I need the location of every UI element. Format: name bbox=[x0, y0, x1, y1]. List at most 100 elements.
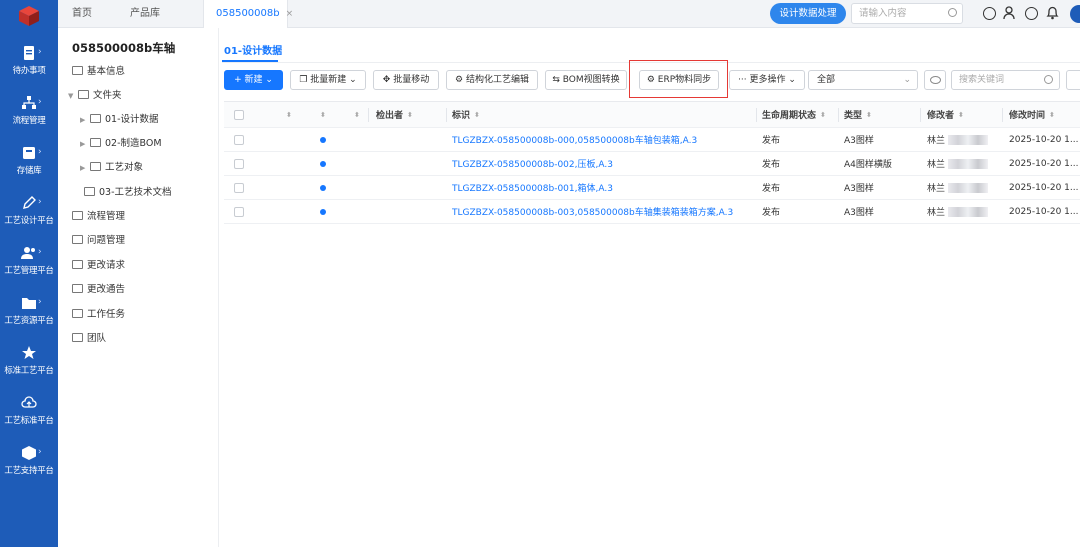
convert-icon: ⇆ bbox=[552, 75, 563, 85]
left-nav-rail: › 待办事项 › 流程管理 › 存储库 › 工艺设计平台 › 工艺管理平台 › … bbox=[0, 0, 58, 547]
sort-icon[interactable]: ⬍ bbox=[350, 102, 360, 127]
avatar[interactable] bbox=[1070, 5, 1080, 23]
tab-product-lib[interactable]: 产品库 bbox=[130, 0, 190, 28]
flow-icon bbox=[72, 211, 83, 220]
caret-right-icon[interactable]: ▶ bbox=[80, 136, 90, 152]
rail-item-resource[interactable]: › 工艺资源平台 bbox=[0, 296, 58, 326]
tree-item-tech-docs[interactable]: 03-工艺技术文档 bbox=[84, 185, 172, 201]
sort-icon: ⬍ bbox=[958, 110, 964, 119]
top-search-input[interactable]: 请输入内容 bbox=[851, 3, 963, 24]
row-lifecycle: 发布 bbox=[762, 184, 781, 194]
history-icon[interactable] bbox=[1025, 7, 1038, 20]
row-checkbox[interactable] bbox=[234, 200, 244, 223]
row-id-link[interactable]: TLGZBZX-058500008b-000,058500008b车轴包装箱,A… bbox=[452, 128, 697, 151]
modifier-name: 林兰 bbox=[927, 208, 946, 218]
cube-icon bbox=[22, 446, 36, 460]
row-checkbox[interactable] bbox=[234, 176, 244, 199]
tree-label: 问题管理 bbox=[87, 235, 126, 246]
rail-item-storage[interactable]: › 存储库 bbox=[0, 146, 58, 176]
table-row[interactable]: TLGZBZX-058500008b-002,压板,A.3 发布 A4图样横版 … bbox=[224, 152, 1080, 176]
design-data-button[interactable]: 设计数据处理 bbox=[770, 3, 846, 24]
col-header-modifier[interactable]: 修改者 ⬍ bbox=[927, 102, 964, 127]
batch-move-button[interactable]: ✥ 批量移动 bbox=[373, 70, 439, 90]
table-row[interactable]: TLGZBZX-058500008b-000,058500008b车轴包装箱,A… bbox=[224, 128, 1080, 152]
new-button[interactable]: + 新建 ⌄ bbox=[224, 70, 283, 90]
caret-right-icon[interactable]: ▶ bbox=[80, 160, 90, 176]
tab-home[interactable]: 首页 bbox=[72, 0, 112, 28]
modifier-name: 林兰 bbox=[927, 184, 946, 194]
view-toggle-button[interactable] bbox=[924, 70, 946, 90]
tree-item-change-request[interactable]: 更改请求 bbox=[72, 258, 125, 274]
row-id-link[interactable]: TLGZBZX-058500008b-001,箱体,A.3 bbox=[452, 176, 613, 199]
tree-item-design-data[interactable]: ▶ 01-设计数据 bbox=[80, 112, 159, 128]
table-row[interactable]: TLGZBZX-058500008b-001,箱体,A.3 发布 A3图样 林兰… bbox=[224, 176, 1080, 200]
sort-icon[interactable]: ⬍ bbox=[282, 102, 292, 127]
bell-icon[interactable] bbox=[1046, 6, 1059, 20]
row-id-link[interactable]: TLGZBZX-058500008b-002,压板,A.3 bbox=[452, 152, 613, 175]
filter-select[interactable]: 全部 ⌄ bbox=[808, 70, 918, 90]
megaphone-icon bbox=[72, 284, 83, 293]
filter-button[interactable] bbox=[1066, 70, 1080, 90]
rail-item-design[interactable]: › 工艺设计平台 bbox=[0, 196, 58, 226]
col-header-lifecycle[interactable]: 生命周期状态 ⬍ bbox=[762, 102, 826, 127]
tree-item-folder[interactable]: ▼ 文件夹 bbox=[68, 88, 122, 104]
row-id-link[interactable]: TLGZBZX-058500008b-003,058500008b车轴集装箱装箱… bbox=[452, 200, 733, 223]
tab-design-data[interactable]: 01-设计数据 bbox=[224, 42, 282, 57]
col-header-type[interactable]: 类型 ⬍ bbox=[844, 102, 872, 127]
row-type: A3图样 bbox=[844, 184, 874, 194]
table-row[interactable]: TLGZBZX-058500008b-003,058500008b车轴集装箱装箱… bbox=[224, 200, 1080, 224]
folder-icon bbox=[22, 298, 36, 309]
col-header-modified-time[interactable]: 修改时间 ⬍ bbox=[1009, 102, 1055, 127]
status-dot-icon bbox=[320, 128, 326, 151]
search-icon[interactable] bbox=[1044, 75, 1053, 84]
rail-item-flow[interactable]: › 流程管理 bbox=[0, 96, 58, 126]
tree-label: 文件夹 bbox=[93, 90, 122, 101]
close-icon[interactable]: × bbox=[286, 9, 294, 19]
rail-item-support[interactable]: › 工艺支持平台 bbox=[0, 446, 58, 476]
tab-058500008b[interactable]: 058500008b × bbox=[203, 0, 293, 28]
rail-label: 工艺资源平台 bbox=[4, 316, 54, 326]
sort-icon[interactable]: ⬍ bbox=[316, 102, 326, 127]
status-dot-icon bbox=[320, 176, 326, 199]
bom-convert-button[interactable]: ⇆ BOM视图转换 bbox=[545, 70, 627, 90]
row-checkbox[interactable] bbox=[234, 128, 244, 151]
tree-item-mbom[interactable]: ▶ 02-制造BOM bbox=[80, 136, 162, 152]
tree-item-issue-manage[interactable]: 问题管理 bbox=[72, 233, 125, 249]
tree-item-process-object[interactable]: ▶ 工艺对象 bbox=[80, 160, 143, 176]
col-header-id[interactable]: 标识 ⬍ bbox=[452, 102, 480, 127]
col-header-checkout[interactable]: 检出者 ⬍ bbox=[376, 102, 413, 127]
row-modifier: 林兰 bbox=[927, 128, 989, 151]
rail-item-manage[interactable]: › 工艺管理平台 bbox=[0, 246, 58, 276]
struct-edit-button[interactable]: ⚙ 结构化工艺编辑 bbox=[446, 70, 538, 90]
header-label: 检出者 bbox=[376, 111, 404, 121]
rail-item-standard[interactable]: 标准工艺平台 bbox=[0, 346, 58, 376]
select-all-checkbox[interactable] bbox=[234, 102, 244, 127]
button-label: ··· 更多操作 bbox=[738, 75, 786, 85]
task-icon bbox=[72, 309, 83, 318]
rail-item-std-platform[interactable]: 工艺标准平台 bbox=[0, 396, 58, 426]
rail-item-todo[interactable]: › 待办事项 bbox=[0, 46, 58, 76]
chevron-down-icon: ⌄ bbox=[788, 75, 796, 85]
rail-label: 存储库 bbox=[16, 166, 42, 176]
more-actions-button[interactable]: ··· 更多操作 ⌄ bbox=[729, 70, 805, 90]
tree-item-change-notice[interactable]: 更改通告 bbox=[72, 282, 125, 298]
tree-item-work-task[interactable]: 工作任务 bbox=[72, 307, 125, 323]
keyword-search-input[interactable]: 搜索关键词 bbox=[951, 70, 1060, 90]
modifier-name: 林兰 bbox=[927, 160, 946, 170]
download-icon[interactable] bbox=[983, 7, 996, 20]
folder-icon bbox=[90, 162, 101, 171]
search-icon[interactable] bbox=[948, 8, 957, 17]
caret-right-icon[interactable]: ▶ bbox=[80, 112, 90, 128]
folder-icon bbox=[78, 90, 89, 99]
batch-new-button[interactable]: ❐ 批量新建 ⌄ bbox=[290, 70, 366, 90]
row-checkbox[interactable] bbox=[234, 152, 244, 175]
user-add-icon[interactable] bbox=[1003, 6, 1017, 20]
row-lifecycle: 发布 bbox=[762, 160, 781, 170]
tree-item-team[interactable]: 团队 bbox=[72, 331, 106, 347]
tree-item-basic-info[interactable]: 基本信息 bbox=[72, 64, 125, 80]
tree-item-flow-manage[interactable]: 流程管理 bbox=[72, 209, 125, 225]
button-label: + 新建 bbox=[234, 75, 263, 85]
row-lifecycle: 发布 bbox=[762, 208, 781, 218]
folder-icon bbox=[84, 187, 95, 196]
caret-down-icon[interactable]: ▼ bbox=[68, 88, 78, 104]
